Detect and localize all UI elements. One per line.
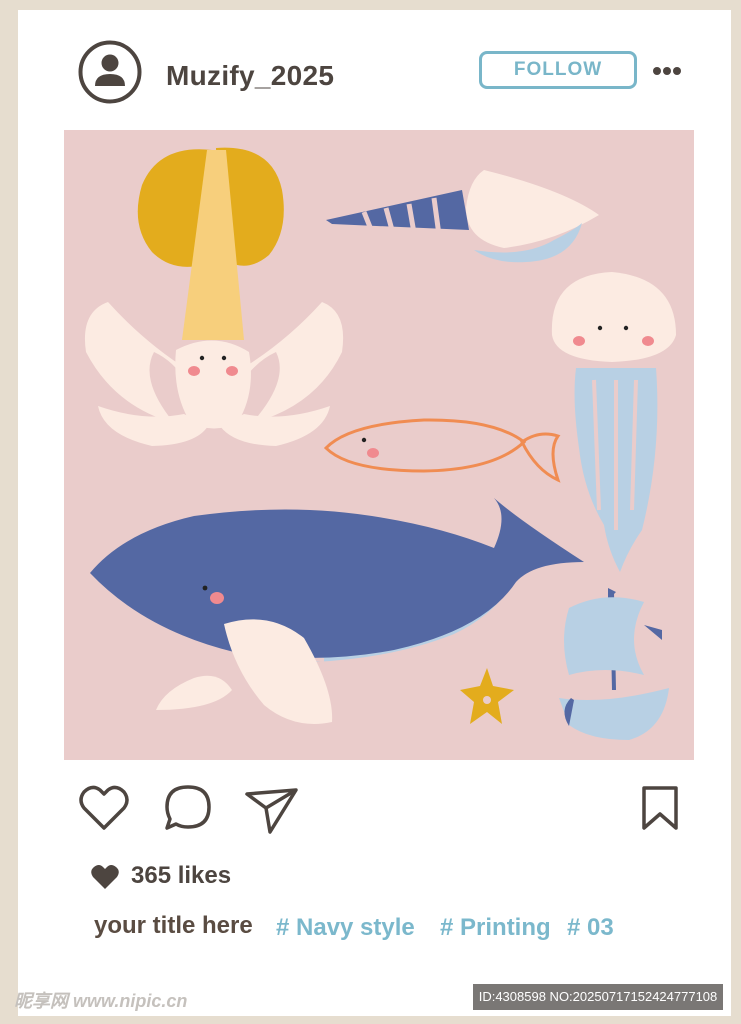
follow-button[interactable]: FOLLOW [479, 51, 637, 89]
caption-title: your title here [94, 912, 253, 939]
heart-filled-icon [91, 865, 119, 889]
image-id-watermark: ID:4308598 NO:20250717152424777108 [473, 984, 723, 1010]
site-watermark: 昵享网 www.nipic.cn [14, 991, 188, 1011]
hashtag-navy-style[interactable]: # Navy style [276, 914, 415, 942]
post-card: Muzify_2025 FOLLOW 365 likes your title … [18, 10, 731, 1016]
likes-count[interactable]: 365 likes [131, 862, 231, 890]
post-actions-bar [18, 780, 731, 840]
comment-bubble-icon[interactable] [160, 780, 216, 836]
bookmark-icon[interactable] [632, 780, 688, 836]
username[interactable]: Muzify_2025 [166, 60, 334, 92]
user-avatar-icon[interactable] [78, 40, 142, 104]
hashtag-03[interactable]: # 03 [567, 914, 614, 942]
paper-plane-icon[interactable] [244, 780, 300, 836]
more-dots-icon[interactable] [652, 65, 682, 77]
post-header: Muzify_2025 FOLLOW [18, 10, 731, 130]
hashtag-printing[interactable]: # Printing [440, 914, 551, 942]
caption: your title here # Navy style # Printing … [94, 908, 714, 952]
post-image[interactable] [64, 130, 694, 760]
heart-icon[interactable] [76, 780, 132, 836]
